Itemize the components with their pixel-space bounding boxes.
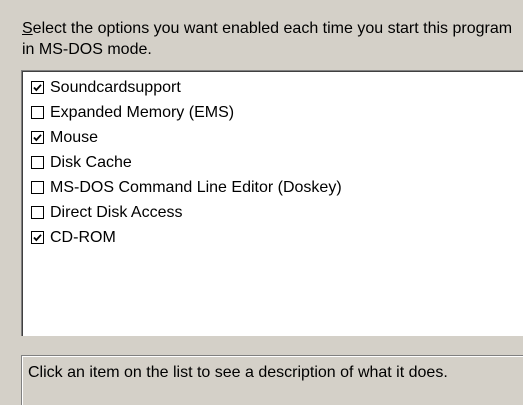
check-mark-icon — [33, 84, 42, 92]
checkbox-doskey[interactable] — [31, 181, 44, 194]
option-doskey[interactable]: MS-DOS Command Line Editor (Doskey) — [31, 175, 523, 200]
checkbox-cd-rom[interactable] — [31, 231, 44, 244]
option-label: Disk Cache — [50, 154, 132, 171]
options-listbox[interactable]: Soundcardsupport Expanded Memory (EMS) M… — [21, 70, 523, 336]
prompt-text: elect the options you want enabled each … — [22, 20, 513, 58]
options-prompt-label: Select the options you want enabled each… — [22, 18, 522, 60]
option-disk-cache[interactable]: Disk Cache — [31, 150, 523, 175]
prompt-accelerator-key: S — [22, 20, 33, 37]
option-direct-disk-access[interactable]: Direct Disk Access — [31, 200, 523, 225]
checkbox-mouse[interactable] — [31, 131, 44, 144]
option-expanded-memory[interactable]: Expanded Memory (EMS) — [31, 100, 523, 125]
checkbox-disk-cache[interactable] — [31, 156, 44, 169]
option-label: MS-DOS Command Line Editor (Doskey) — [50, 179, 342, 196]
option-mouse[interactable]: Mouse — [31, 125, 523, 150]
option-label: Soundcardsupport — [50, 79, 181, 96]
option-soundcardsupport[interactable]: Soundcardsupport — [31, 75, 523, 100]
option-cd-rom[interactable]: CD-ROM — [31, 225, 523, 250]
checkbox-soundcardsupport[interactable] — [31, 81, 44, 94]
option-label: Direct Disk Access — [50, 204, 183, 221]
checkbox-expanded-memory[interactable] — [31, 106, 44, 119]
option-label: CD-ROM — [50, 229, 116, 246]
option-label: Expanded Memory (EMS) — [50, 104, 235, 121]
description-text: Click an item on the list to see a descr… — [28, 364, 448, 381]
check-mark-icon — [33, 134, 42, 142]
checkbox-direct-disk-access[interactable] — [31, 206, 44, 219]
check-mark-icon — [33, 234, 42, 242]
options-list: Soundcardsupport Expanded Memory (EMS) M… — [22, 71, 523, 250]
option-label: Mouse — [50, 129, 99, 146]
